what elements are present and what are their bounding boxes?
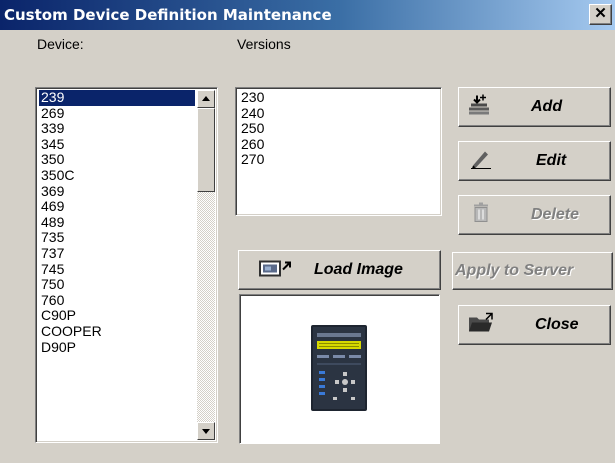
pen-icon bbox=[469, 148, 493, 175]
device-list-item[interactable]: 745 bbox=[39, 261, 195, 278]
device-label: Device: bbox=[37, 36, 84, 52]
device-list-items: 239 269 339 345 350 350C 369 469 489 735 737 745 750… bbox=[39, 89, 195, 356]
load-image-icon bbox=[259, 258, 293, 283]
device-list-item[interactable]: 269 bbox=[39, 105, 195, 122]
scroll-down-button[interactable] bbox=[197, 422, 215, 440]
device-image-preview bbox=[239, 294, 440, 444]
device-list-item[interactable]: 350C bbox=[39, 167, 195, 184]
scroll-thumb[interactable] bbox=[197, 108, 215, 192]
device-list-item[interactable]: 489 bbox=[39, 214, 195, 231]
close-button[interactable]: Close bbox=[458, 305, 611, 345]
device-list-item[interactable]: 469 bbox=[39, 199, 195, 215]
device-list-item[interactable]: D90P bbox=[39, 339, 195, 356]
device-list-item[interactable]: 750 bbox=[39, 277, 195, 293]
edit-button-label: Edit bbox=[536, 152, 567, 169]
device-list-item[interactable]: 350 bbox=[39, 152, 195, 168]
close-icon: ✕ bbox=[594, 5, 607, 22]
trash-icon bbox=[471, 202, 491, 229]
device-list-item[interactable]: C90P bbox=[39, 308, 195, 324]
dialog-window: Custom Device Definition Maintenance ✕ D… bbox=[0, 0, 615, 463]
add-button[interactable]: Add bbox=[458, 87, 611, 127]
device-list-scrollbar[interactable] bbox=[197, 90, 215, 440]
versions-list-item[interactable]: 230 bbox=[239, 89, 439, 106]
edit-button[interactable]: Edit bbox=[458, 141, 611, 181]
delete-button[interactable]: Delete bbox=[458, 195, 611, 235]
device-list-item[interactable]: 239 bbox=[39, 89, 195, 106]
device-list-item[interactable]: 369 bbox=[39, 183, 195, 200]
device-list-item[interactable]: 345 bbox=[39, 136, 195, 153]
versions-list-item[interactable]: 250 bbox=[239, 121, 439, 137]
device-listbox[interactable]: 239 269 339 345 350 350C 369 469 489 735 737 745 750… bbox=[35, 87, 218, 443]
versions-list-items: 230 240 250 260 270 bbox=[239, 89, 439, 168]
device-list-item[interactable]: 737 bbox=[39, 245, 195, 262]
apply-to-server-label: Apply to Server bbox=[455, 262, 574, 279]
window-close-button[interactable]: ✕ bbox=[589, 4, 612, 25]
title-bar[interactable]: Custom Device Definition Maintenance ✕ bbox=[0, 0, 615, 30]
apply-to-server-button[interactable]: Apply to Server bbox=[452, 252, 613, 290]
arrow-up-icon bbox=[202, 96, 210, 101]
load-image-label: Load Image bbox=[314, 261, 403, 278]
device-list-item[interactable]: 339 bbox=[39, 121, 195, 137]
folder-close-icon bbox=[467, 312, 495, 339]
close-button-label: Close bbox=[535, 316, 579, 333]
device-list-item[interactable]: 735 bbox=[39, 230, 195, 246]
load-image-button[interactable]: Load Image bbox=[238, 250, 441, 290]
device-list-item[interactable]: COOPER bbox=[39, 323, 195, 340]
versions-label: Versions bbox=[237, 36, 291, 52]
device-list-item[interactable]: 760 bbox=[39, 292, 195, 309]
window-title: Custom Device Definition Maintenance bbox=[4, 6, 332, 24]
arrow-down-icon bbox=[202, 429, 210, 434]
versions-list-item[interactable]: 270 bbox=[239, 152, 439, 168]
versions-listbox[interactable]: 230 240 250 260 270 bbox=[235, 87, 442, 216]
relay-device-image bbox=[311, 325, 367, 411]
add-stack-icon bbox=[467, 94, 491, 121]
scroll-up-button[interactable] bbox=[197, 90, 215, 108]
versions-list-item[interactable]: 260 bbox=[239, 136, 439, 153]
versions-list-item[interactable]: 240 bbox=[239, 105, 439, 122]
delete-button-label: Delete bbox=[531, 206, 580, 223]
add-button-label: Add bbox=[531, 98, 563, 115]
